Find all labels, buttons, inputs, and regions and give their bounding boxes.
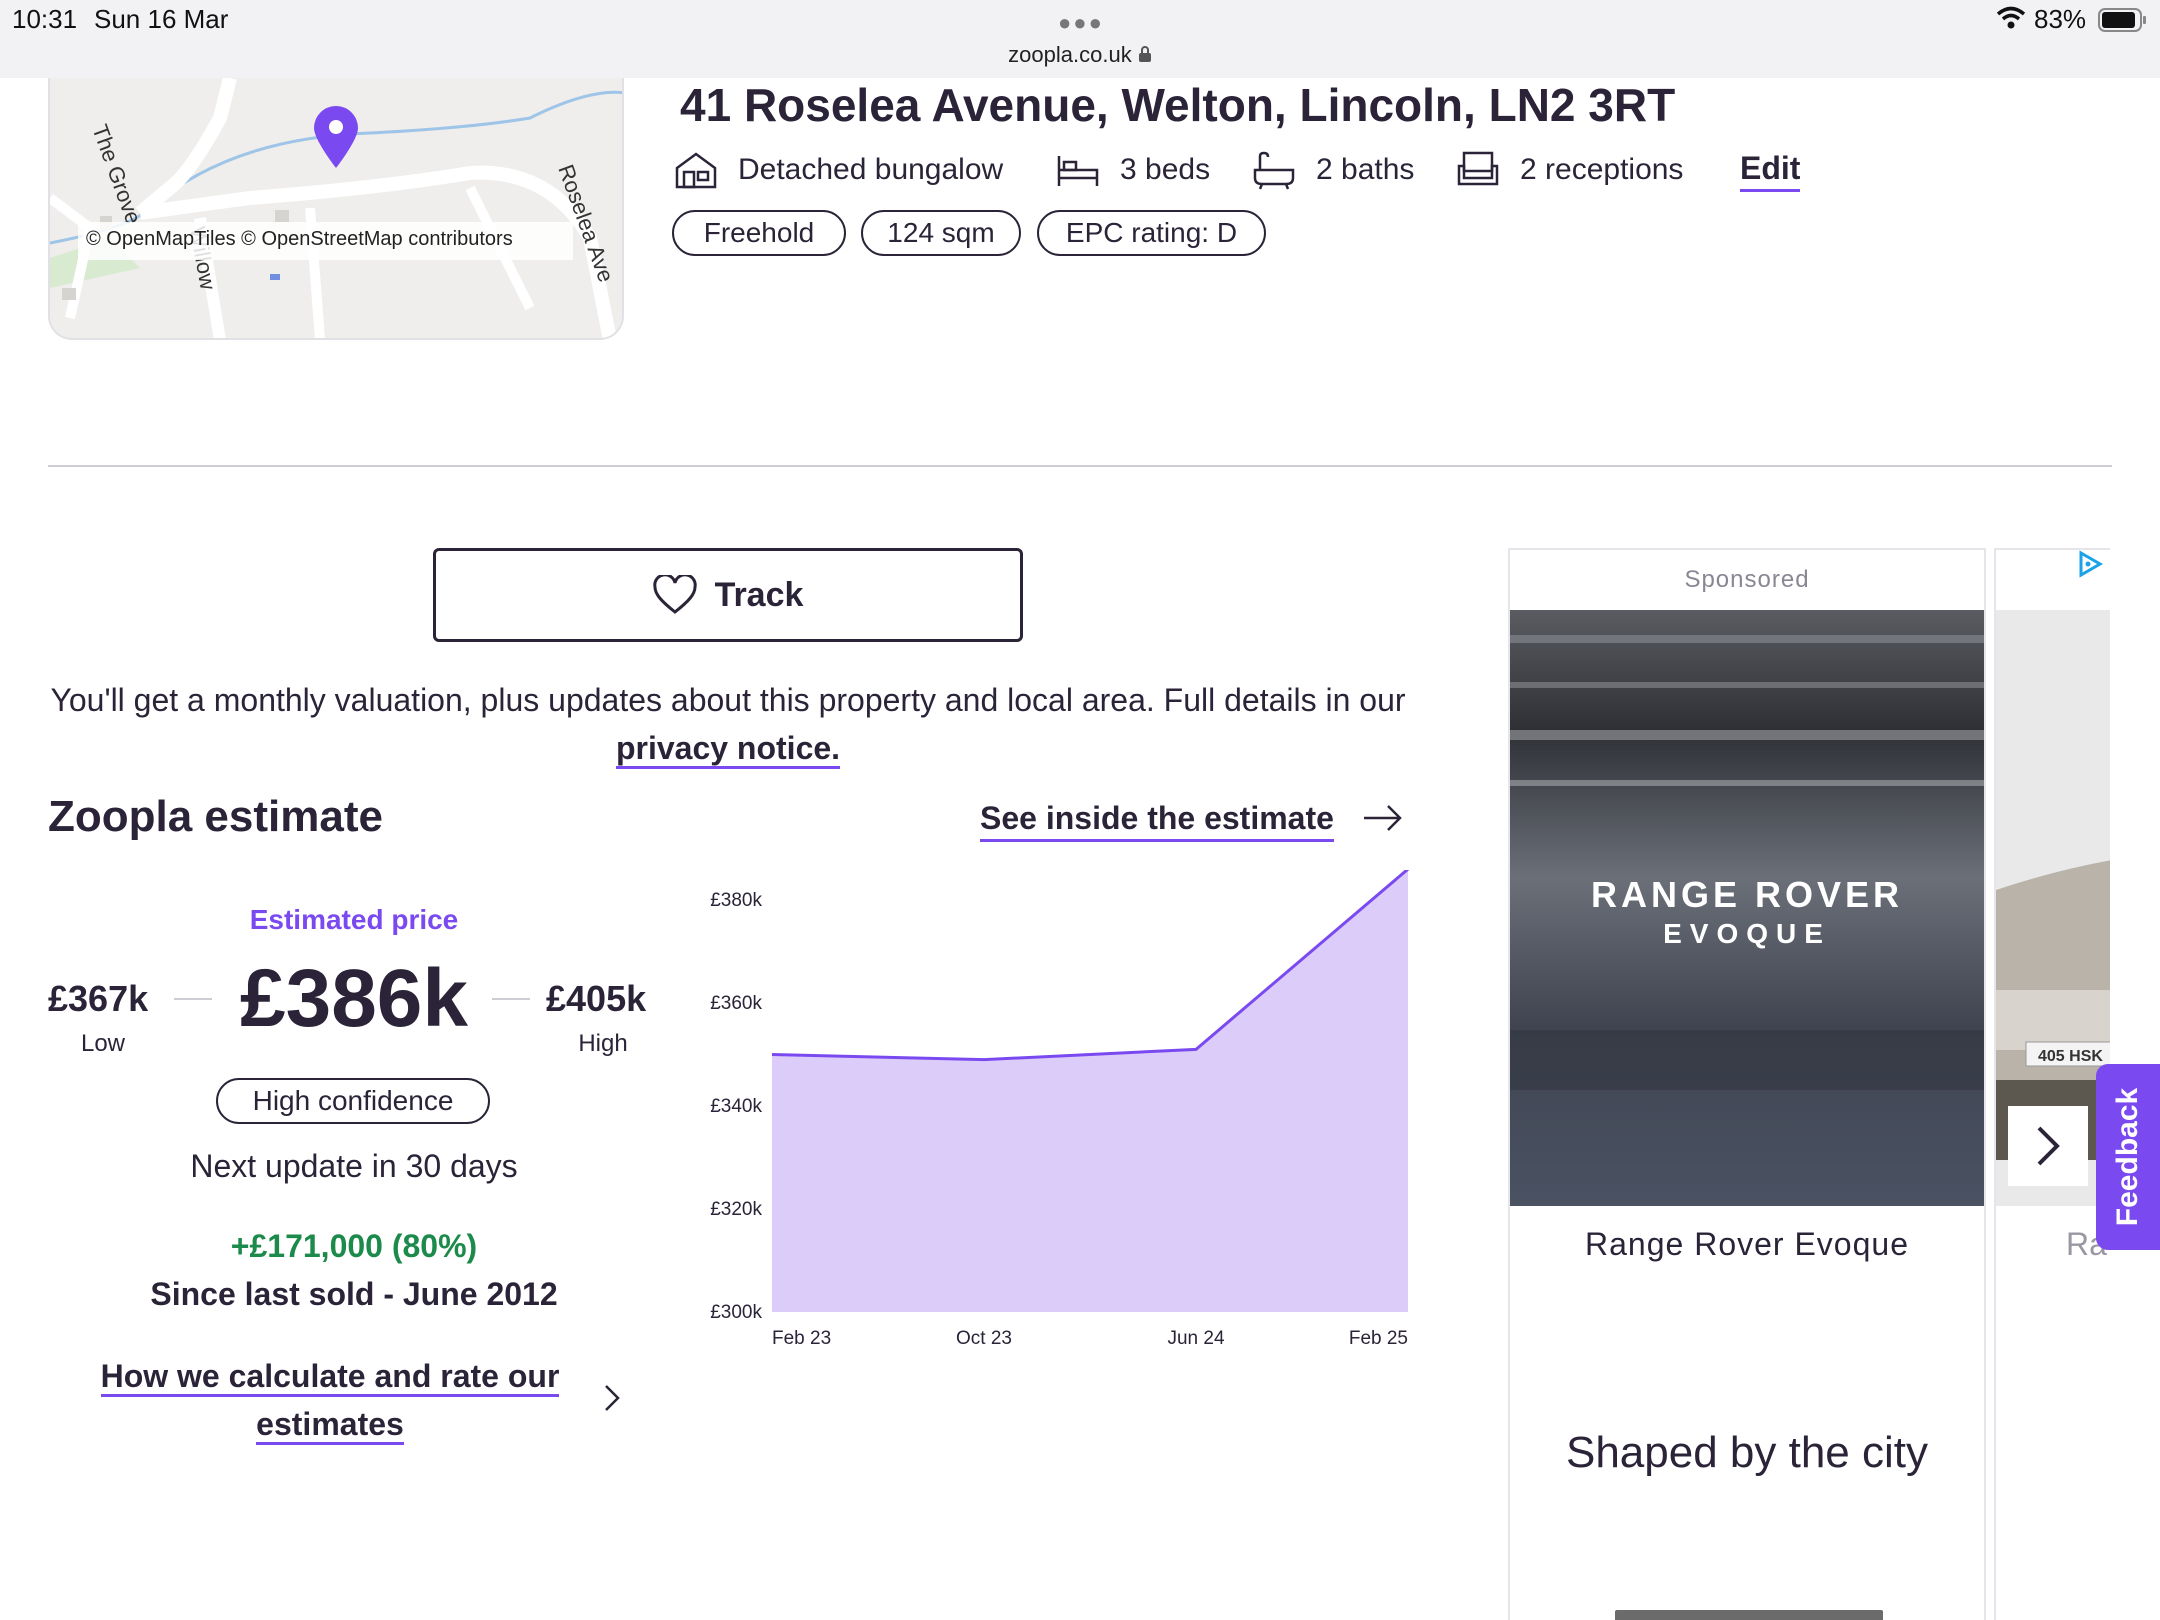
house-icon: [675, 152, 717, 189]
url-bar[interactable]: zoopla.co.uk: [0, 42, 2160, 68]
property-map[interactable]: The Grove Willow Roselea Ave: [48, 78, 624, 340]
chart-y-tick-label: £340k: [710, 1096, 762, 1117]
chevron-right-icon[interactable]: [600, 1380, 624, 1421]
status-time: 10:31: [12, 4, 78, 34]
feature-label: 2 receptions: [1520, 153, 1684, 186]
low-estimate-label: Low: [80, 1030, 126, 1057]
ad-product-name[interactable]: Range Rover Evoque: [1510, 1226, 1984, 1263]
high-estimate-label: High: [578, 1030, 628, 1057]
feedback-tab-label[interactable]: Feedback: [2096, 1064, 2160, 1250]
sponsored-ad-card[interactable]: Sponsored RANGE ROVER EVOQUE Range Rover…: [1508, 548, 1986, 1620]
chart-y-tick-label: £300k: [710, 1302, 762, 1323]
range-connector: [492, 998, 530, 1000]
chart-x-tick-label: Jun 24: [1167, 1328, 1224, 1349]
ad-carousel-next-button[interactable]: [2008, 1106, 2088, 1186]
see-inside-estimate-link[interactable]: See inside the estimate: [980, 800, 1334, 842]
edit-property-link[interactable]: Edit: [1740, 150, 1801, 192]
sponsored-label: Sponsored: [1684, 566, 1810, 593]
adchoices-icon[interactable]: [2076, 550, 2104, 583]
track-info-body: You'll get a monthly valuation, plus upd…: [50, 682, 1406, 718]
chart-y-tick-label: £380k: [710, 890, 762, 911]
track-button-label: Track: [714, 575, 804, 614]
chart-y-tick-label: £360k: [710, 993, 762, 1014]
feature-property-type: Detached bungalow: [674, 148, 1003, 192]
tag-size: 124 sqm: [861, 210, 1021, 256]
chart-x-tick-label: Feb 25: [1349, 1328, 1408, 1349]
chart-x-tick-label: Feb 23: [772, 1328, 831, 1349]
next-update-text: Next update in 30 days: [190, 1148, 518, 1184]
privacy-notice-link[interactable]: privacy notice.: [615, 730, 841, 769]
battery-icon: [2098, 8, 2148, 37]
url-text: zoopla.co.uk: [1008, 42, 1132, 67]
chart-y-tick-label: £320k: [710, 1199, 762, 1220]
range-connector: [174, 998, 212, 1000]
feature-receptions: 2 receptions: [1456, 148, 1683, 192]
chevron-right-icon: [2037, 1126, 2060, 1166]
ad-image[interactable]: RANGE ROVER EVOQUE: [1510, 610, 1984, 1206]
tag-tenure: Freehold: [672, 210, 846, 256]
how-we-calculate-label: How we calculate and rate our estimates: [100, 1358, 560, 1445]
arrow-right-icon[interactable]: [1362, 800, 1404, 841]
ad-brand-line2: EVOQUE: [1663, 918, 1831, 949]
map-attribution: © OpenMapTiles © OpenStreetMap contribut…: [78, 222, 573, 260]
feature-baths: 2 baths: [1252, 148, 1414, 192]
feedback-text: Feedback: [2111, 1087, 2144, 1227]
sofa-icon: [1457, 151, 1499, 186]
multitask-dots-icon[interactable]: ●●●: [1058, 10, 1104, 36]
chart-x-tick-label: Oct 23: [956, 1328, 1012, 1349]
bed-icon: [1057, 156, 1099, 186]
chart-area-fill: [772, 870, 1408, 1312]
ad-cta-bar[interactable]: [1615, 1610, 1883, 1620]
confidence-badge: High confidence: [216, 1078, 490, 1124]
track-info-text: You'll get a monthly valuation, plus upd…: [50, 676, 1406, 772]
feature-label: Detached bungalow: [738, 153, 1004, 186]
location-pin-icon[interactable]: [312, 104, 360, 175]
battery-percentage: 83%: [2034, 4, 2087, 34]
feature-beds: 3 beds: [1056, 148, 1210, 192]
property-address: 41 Roselea Avenue, Welton, Lincoln, LN2 …: [680, 79, 1676, 131]
ad-number-plate: 405 HSK: [2038, 1048, 2103, 1065]
estimate-heading: Zoopla estimate: [48, 792, 383, 841]
bath-icon: [1253, 151, 1295, 190]
how-we-calculate-link[interactable]: How we calculate and rate our estimates: [80, 1352, 580, 1448]
ad-tagline: Shaped by the city: [1565, 1428, 1928, 1477]
status-date: Sun 16 Mar: [94, 4, 229, 34]
price-change: +£171,000 (80%): [230, 1228, 478, 1264]
section-divider: [48, 465, 2112, 467]
tag-epc: EPC rating: D: [1037, 210, 1266, 256]
estimate-history-chart: £300k £320k £340k £360k £380k Feb 23 Oct 23 Ju…: [710, 870, 1409, 1349]
ad-brand-line1: RANGE ROVER: [1590, 874, 1904, 915]
high-estimate-value: £405k: [546, 978, 647, 1019]
estimated-price-label: Estimated price: [249, 904, 459, 935]
feature-label: 2 baths: [1316, 153, 1415, 186]
heart-icon: [652, 575, 697, 614]
wifi-icon: [1996, 6, 2026, 35]
sponsored-ad-card-next[interactable]: 405 HSK Ra: [1994, 548, 2110, 1620]
feature-label: 3 beds: [1120, 153, 1211, 186]
low-estimate-value: £367k: [48, 978, 149, 1019]
lock-icon: [1138, 42, 1152, 67]
since-last-sold: Since last sold - June 2012: [150, 1276, 558, 1312]
track-button[interactable]: Track: [433, 548, 1023, 642]
